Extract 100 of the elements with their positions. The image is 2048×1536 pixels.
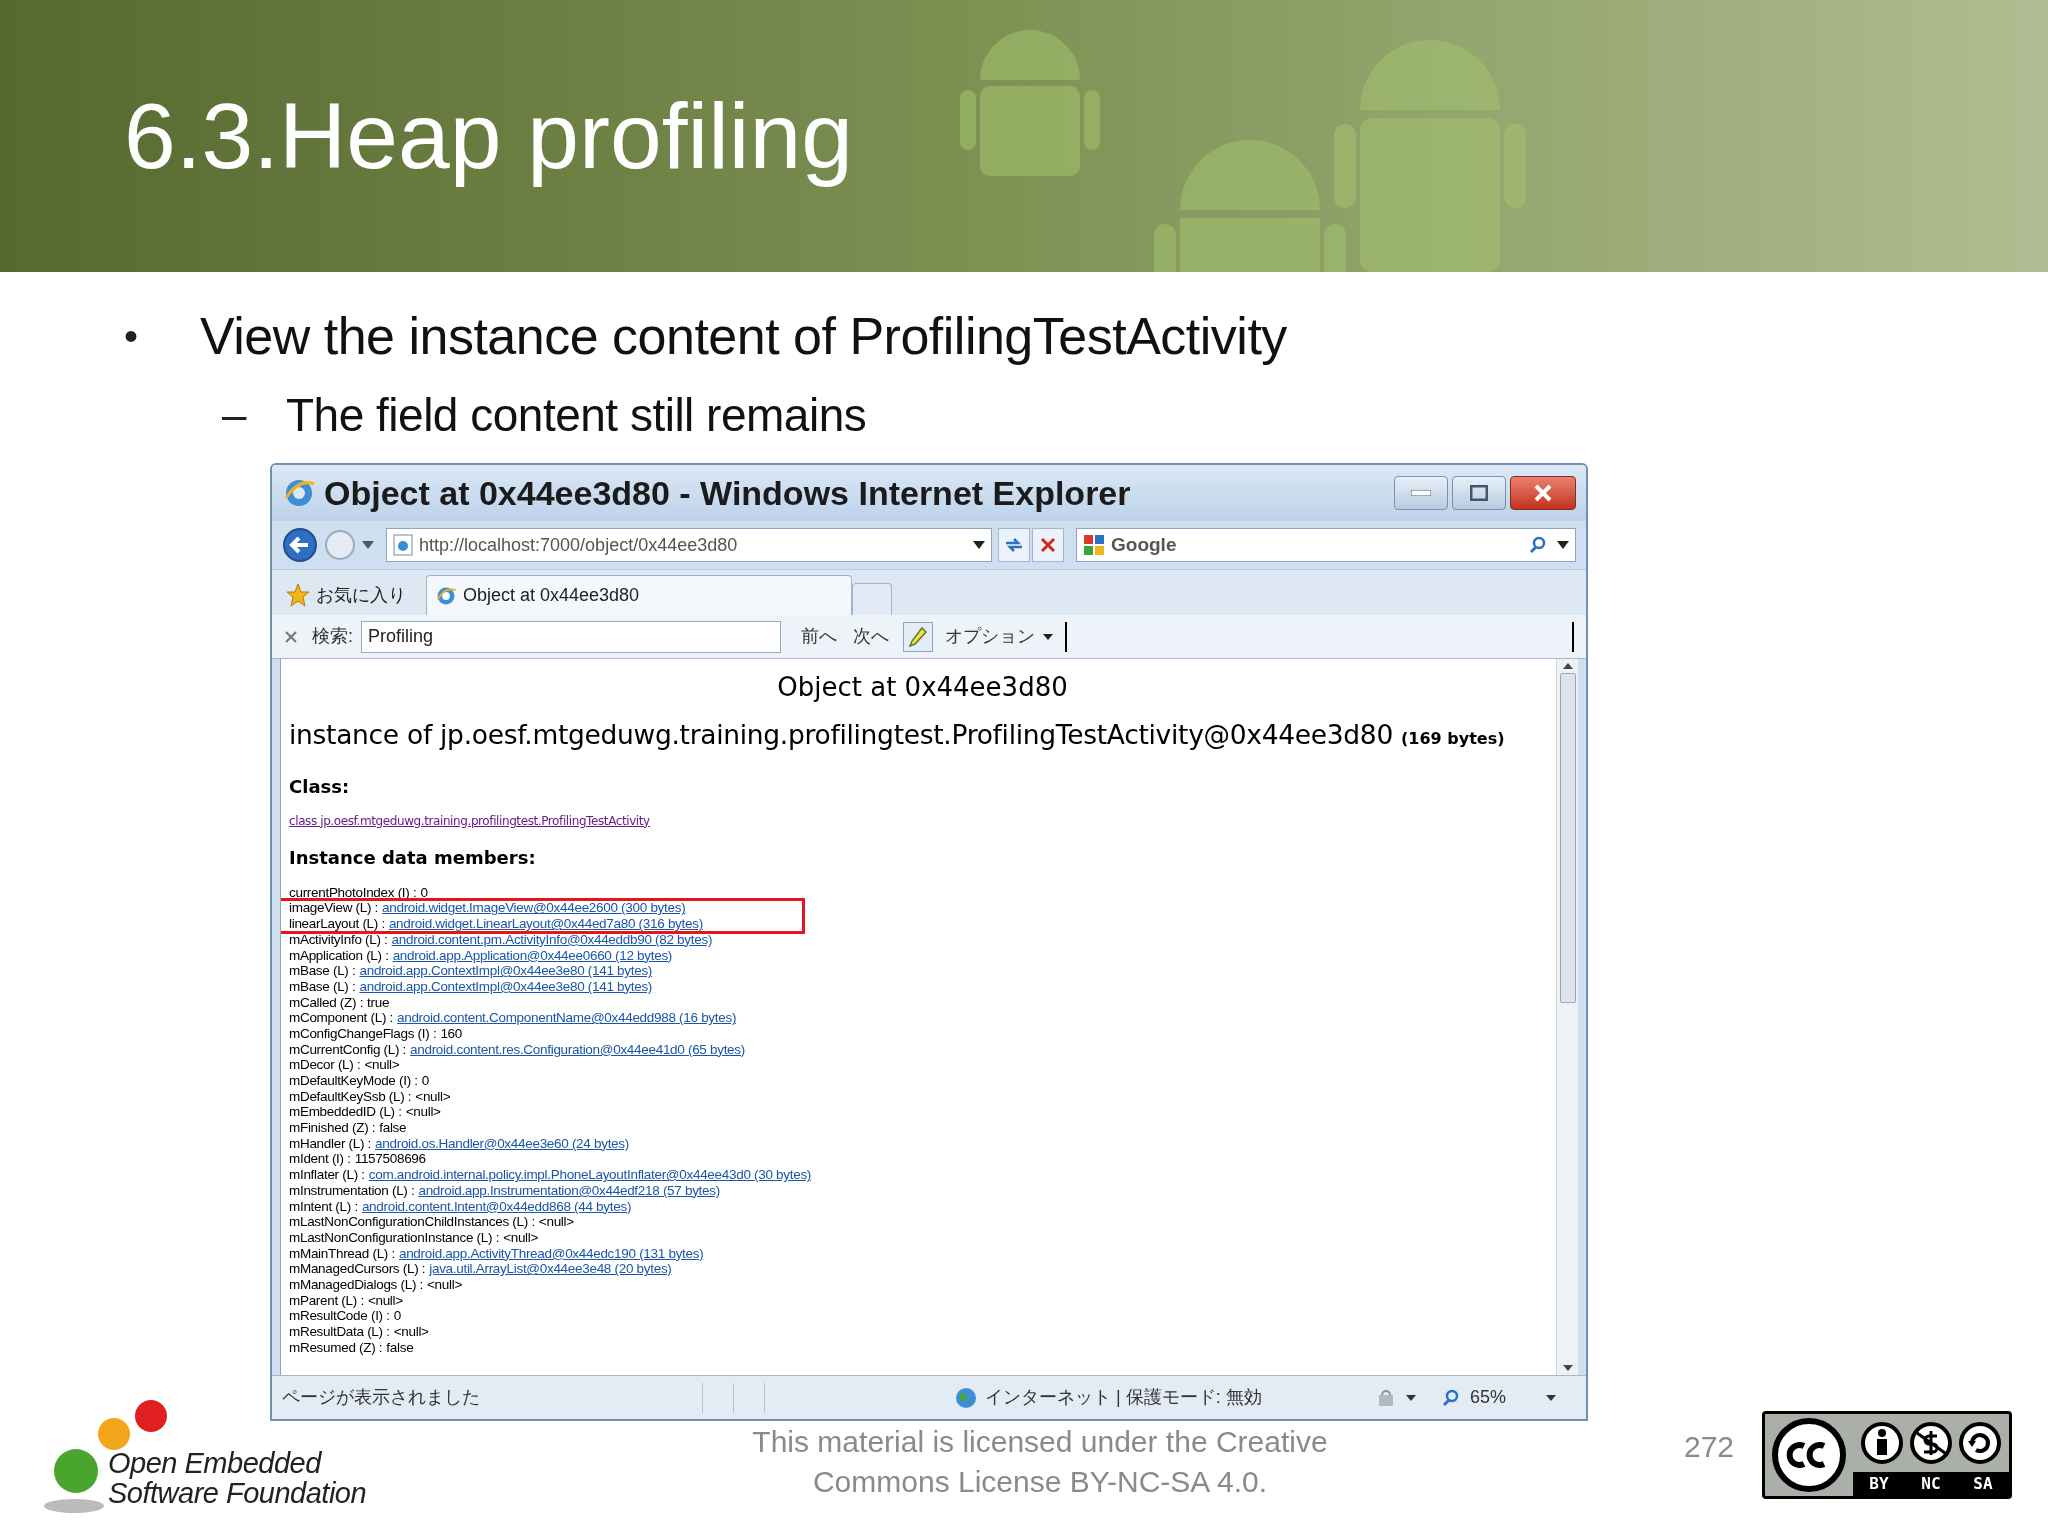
status-message: ページが表示されました [282, 1386, 481, 1409]
field-value: <null> [367, 1292, 403, 1309]
license-label: BY [1869, 1473, 1889, 1495]
field-value: 0 [393, 1308, 401, 1324]
license-label: SA [1973, 1473, 1993, 1495]
close-icon [1533, 484, 1553, 502]
field-value: <null> [393, 1324, 429, 1340]
field-name: mBase (L) : [289, 963, 356, 979]
caret-icon[interactable] [1546, 1394, 1556, 1401]
field-name: linearLayout (L) : [289, 916, 385, 932]
search-field[interactable]: Google [1076, 528, 1576, 562]
person-icon [1859, 1421, 1904, 1465]
close-icon[interactable] [284, 629, 298, 644]
page-heading: Object at 0x44ee3d80 [776, 671, 1069, 704]
close-button[interactable] [1510, 476, 1576, 510]
zoom-icon [1441, 1388, 1460, 1407]
field-name: mResumed (Z) : [289, 1339, 383, 1356]
value-link[interactable]: android.content.Intent@0x44edd868 (44 bytes) [361, 1198, 632, 1215]
dropdown-icon[interactable] [973, 541, 985, 549]
field-value: false [386, 1339, 414, 1356]
field-value: 0 [420, 884, 428, 901]
down-arrow-icon[interactable] [1562, 1365, 1573, 1371]
find-field[interactable]: Profiling [361, 620, 781, 653]
field-name: mEmbeddedID (L) : [289, 1104, 402, 1121]
field-name: mLastNonConfigurationChildInstances (L) : [289, 1214, 535, 1230]
field-name: mConfigChangeFlags (I) : [289, 1025, 437, 1042]
back-icon[interactable] [282, 527, 318, 563]
license-text: Commons License BY-NC-SA 4.0. [812, 1464, 1268, 1500]
up-arrow-icon[interactable] [1562, 663, 1573, 669]
value-link[interactable]: android.app.Application@0x44ee0660 (12 bytes) [392, 947, 673, 964]
field-value: <null> [538, 1214, 574, 1230]
search-icon[interactable] [1529, 536, 1547, 554]
field-name: mResultCode (I) : [289, 1308, 390, 1324]
value-link[interactable]: android.content.res.Configuration@0x44ee41d0 (65 bytes) [410, 1041, 745, 1058]
field-value: <null> [405, 1104, 441, 1121]
license-label: NC [1921, 1473, 1941, 1495]
value-link[interactable]: android.content.ComponentName@0x44edd988 (16 bytes) [397, 1010, 737, 1026]
value-link[interactable]: android.content.pm.ActivityInfo@0x44eddb90 (82 bytes) [391, 931, 713, 948]
value-link[interactable]: android.app.ContextImpl@0x44ee3e80 (141 bytes) [359, 963, 653, 979]
minimize-icon [1411, 490, 1431, 496]
class-link[interactable]: class jp.oesf.mtgeduwg.training.profilingtest.ProfilingTestActivity [289, 811, 650, 830]
page-icon [393, 534, 413, 556]
field-name: mParent (L) : [289, 1292, 364, 1309]
refresh-button[interactable] [998, 528, 1030, 562]
caret-icon [1043, 633, 1053, 640]
next-link[interactable]: 次へ [853, 623, 889, 650]
section-label: Class: [289, 774, 351, 799]
options-button[interactable]: オプション [941, 623, 1057, 650]
find-label: 検索: [312, 625, 353, 648]
stop-button[interactable] [1032, 528, 1064, 562]
address-field[interactable]: http://localhost:7000/object/0x44ee3d80 [386, 528, 992, 562]
minimize-button[interactable] [1394, 476, 1448, 510]
field-name: mManagedDialogs (L) : [289, 1276, 423, 1293]
logo-text: Software Foundation [108, 1478, 367, 1508]
dropdown-icon[interactable] [1557, 541, 1569, 549]
value-link[interactable]: android.app.Instrumentation@0x44edf218 (57 bytes) [418, 1182, 720, 1199]
field-name: imageView (L) : [289, 900, 379, 917]
value-link[interactable]: java.util.ArrayList@0x44ee3e48 (20 bytes) [429, 1261, 672, 1277]
dash-mark: – [222, 393, 248, 437]
caret-icon[interactable] [362, 541, 374, 549]
scrollbar[interactable] [1556, 659, 1578, 1375]
pen-icon [908, 625, 928, 648]
highlight-button[interactable] [903, 621, 933, 652]
instance-text: instance of jp.oesf.mtgeduwg.training.profilingtest.ProfilingTestActivity@0x44ee3d80 [289, 718, 1393, 752]
field-name: mResultData (L) : [289, 1324, 390, 1340]
value-link[interactable]: android.app.ActivityThread@0x44edc190 (131 bytes) [398, 1245, 704, 1262]
license-text: This material is licensed under the Creative [752, 1424, 1328, 1460]
logo-text: Open Embedded [108, 1448, 323, 1478]
field-name: mInflater (L) : [289, 1167, 365, 1183]
zoom-level[interactable]: 65% [1469, 1384, 1506, 1411]
field-name: mBase (L) : [289, 978, 356, 995]
section-label: Instance data members: [289, 845, 537, 870]
field-value: 0 [421, 1073, 429, 1089]
browser-tab[interactable]: Object at 0x44ee3d80 [426, 575, 852, 615]
value-link[interactable]: android.widget.LinearLayout@0x44ed7a80 (316 bytes) [388, 916, 703, 932]
field-name: mInstrumentation (L) : [289, 1182, 415, 1199]
globe-icon [955, 1386, 977, 1409]
zone-text: インターネット | 保護モード: 無効 [985, 1386, 1262, 1409]
cc-icon [1772, 1418, 1846, 1492]
field-name: mCurrentConfig (L) : [289, 1041, 407, 1058]
bullet-mark: • [124, 316, 139, 356]
favorites-button[interactable]: お気に入り [282, 575, 410, 615]
bullet-text: View the instance content of ProfilingTestActivity [200, 306, 1287, 367]
field-name: mIntent (L) : [289, 1198, 358, 1215]
field-name: mMainThread (L) : [289, 1245, 395, 1262]
star-icon [286, 583, 310, 607]
sub-bullet-text: The field content still remains [286, 387, 867, 443]
field-name: mManagedCursors (L) : [289, 1261, 426, 1277]
value-link[interactable]: android.os.Handler@0x44ee3e60 (24 bytes) [375, 1135, 629, 1152]
previous-link[interactable]: 前へ [801, 623, 837, 650]
field-value: false [379, 1120, 407, 1136]
no-dollar-icon [1909, 1421, 1953, 1465]
scroll-thumb[interactable] [1559, 673, 1576, 1003]
value-link[interactable]: android.app.ContextImpl@0x44ee3e80 (141 bytes) [359, 978, 653, 995]
value-link[interactable]: com.android.internal.policy.impl.PhoneLayoutInflater@0x44ee43d0 (30 bytes) [368, 1167, 812, 1183]
value-link[interactable]: android.widget.ImageView@0x44ee2600 (300 bytes) [382, 900, 686, 917]
field-name: mComponent (L) : [289, 1010, 393, 1026]
caret-icon[interactable] [1405, 1394, 1416, 1401]
size-text: (169 bytes) [1401, 728, 1505, 750]
maximize-button[interactable] [1452, 476, 1506, 510]
